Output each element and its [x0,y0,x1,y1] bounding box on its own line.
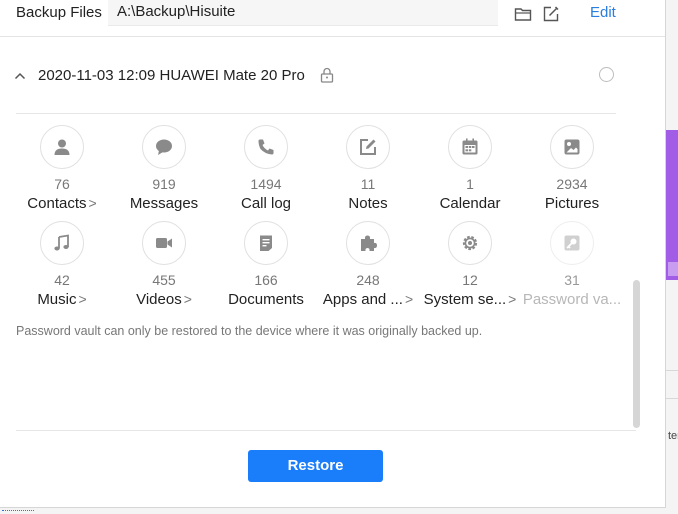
document-icon [244,221,288,265]
category-password-vault: 31 Password va... [521,221,623,309]
category-videos[interactable]: 455 Videos > [113,221,215,309]
category-count: 1 [466,176,474,192]
category-call-log[interactable]: 1494 Call log [215,125,317,213]
phone-icon [244,125,288,169]
chevron-right-icon: > [404,291,414,307]
chevron-up-icon[interactable] [14,68,26,86]
backup-files-bar: Backup Files A:\Backup\Hisuite Edit [0,0,665,37]
category-label: Call log [240,195,292,212]
image-icon [550,125,594,169]
category-apps[interactable]: 248 Apps and ... > [317,221,419,309]
background-divider [666,398,678,399]
chevron-right-icon: > [88,195,97,211]
lock-icon [320,67,334,88]
background-purple-panel [666,130,678,280]
chevron-right-icon: > [183,291,192,307]
category-label: Calendar [439,195,501,212]
background-purple-stripe [668,262,678,276]
divider [16,113,616,114]
category-calendar[interactable]: 1 Calendar [419,125,521,213]
music-note-icon [40,221,84,265]
category-contacts[interactable]: 76 Contacts > [11,125,113,213]
category-count: 2934 [556,176,588,192]
category-label: Messages [129,195,199,212]
category-label: Apps and ... [322,291,403,308]
divider [16,430,636,431]
category-count: 1494 [250,176,282,192]
note-edit-icon [346,125,390,169]
category-label: Contacts [27,195,87,212]
scrollbar[interactable] [633,280,640,428]
edit-path-link[interactable]: Edit [590,4,616,21]
category-count: 76 [54,176,70,192]
category-label: Notes [348,195,388,212]
puzzle-icon [346,221,390,265]
person-icon [40,125,84,169]
category-count: 919 [152,176,176,192]
category-count: 31 [564,272,580,288]
background-partial-text: ter [668,430,678,442]
category-notes[interactable]: 11 Notes [317,125,419,213]
category-documents[interactable]: 166 Documents [215,221,317,309]
chevron-right-icon: > [508,291,517,307]
backup-files-label: Backup Files [16,4,102,21]
chevron-right-icon: > [78,291,87,307]
category-pictures[interactable]: 2934 Pictures [521,125,623,213]
background-divider [666,370,678,371]
category-music[interactable]: 42 Music > [11,221,113,309]
password-vault-note: Password vault can only be restored to t… [16,324,483,338]
category-messages[interactable]: 919 Messages [113,125,215,213]
restore-dialog: Backup Files A:\Backup\Hisuite Edit 2020… [0,0,666,508]
backup-path-value: A:\Backup\Hisuite [117,3,236,20]
backup-record-header[interactable]: 2020-11-03 12:09 HUAWEI Mate 20 Pro [0,56,640,94]
backup-path-field[interactable]: A:\Backup\Hisuite [108,0,498,26]
category-label: Videos [136,291,182,308]
video-camera-icon [142,221,186,265]
category-count: 42 [54,272,70,288]
category-count: 11 [360,176,376,192]
restore-button[interactable]: Restore [248,450,383,482]
chat-bubble-icon [142,125,186,169]
key-icon [550,221,594,265]
select-backup-radio[interactable] [599,67,614,82]
category-label: Documents [228,291,304,308]
category-label: Music [37,291,77,308]
category-label: System se... [423,291,507,308]
category-count: 455 [152,272,176,288]
folder-icon[interactable] [514,5,532,23]
category-system-settings[interactable]: 12 System se... > [419,221,521,309]
category-count: 12 [462,272,478,288]
calendar-icon [448,125,492,169]
category-label: Pictures [544,195,600,212]
category-count: 166 [254,272,278,288]
category-label: Password va... [522,291,622,308]
category-count: 248 [356,272,380,288]
gear-icon [448,221,492,265]
edit-icon[interactable] [542,5,560,23]
backup-record-title: 2020-11-03 12:09 HUAWEI Mate 20 Pro [38,67,305,84]
